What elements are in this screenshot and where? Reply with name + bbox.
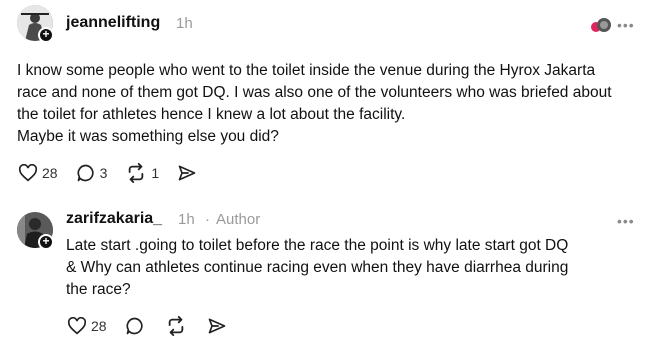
reply-text-line: the race? <box>66 281 131 298</box>
reply-timestamp: 1h <box>178 211 195 228</box>
like-count: 28 <box>42 165 58 181</box>
comment-icon <box>77 164 94 182</box>
author-label: Author <box>216 211 261 228</box>
like-count: 28 <box>91 318 107 334</box>
reply-button[interactable]: 3 <box>76 163 108 183</box>
liked-by-avatars-icon <box>591 18 611 32</box>
heart-icon <box>18 164 38 182</box>
reply-username[interactable]: zarifzakaria_ <box>66 210 162 228</box>
share-icon <box>208 318 225 334</box>
reply-body: Late start .going to toilet before the r… <box>66 235 568 301</box>
share-button[interactable] <box>177 163 197 183</box>
comment-icon <box>126 317 143 335</box>
post-timestamp: 1h <box>176 15 193 32</box>
post-text-line: I know some people who went to the toile… <box>17 62 596 79</box>
post-body: I know some people who went to the toile… <box>17 60 612 148</box>
repost-button[interactable]: 1 <box>125 163 159 183</box>
repost-icon <box>129 163 144 183</box>
post-actions: 28 3 1 <box>18 163 215 183</box>
post-text-line: the toilet for athletes hence I knew a l… <box>17 106 406 123</box>
reply-more-options[interactable]: ••• <box>617 213 635 229</box>
reply-button[interactable] <box>125 316 145 336</box>
like-button[interactable]: 28 <box>67 317 107 335</box>
follow-badge[interactable]: + <box>38 27 54 43</box>
reply-text-line: & Why can athletes continue racing even … <box>66 259 569 276</box>
repost-button[interactable] <box>165 316 187 336</box>
share-button[interactable] <box>207 316 227 336</box>
heart-icon <box>67 317 87 335</box>
follow-badge[interactable]: + <box>38 234 54 250</box>
post-text-line: Maybe it was something else you did? <box>17 128 279 145</box>
post-more-options[interactable]: ••• <box>617 17 635 33</box>
share-icon <box>178 165 196 181</box>
thread-view: + jeannelifting 1h ••• I know some peopl… <box>0 0 650 343</box>
repost-count: 1 <box>151 165 160 181</box>
repost-icon <box>168 316 183 336</box>
reply-text-line: Late start .going to toilet before the r… <box>66 237 569 254</box>
reply-count: 3 <box>99 165 108 181</box>
like-button[interactable]: 28 <box>18 164 58 182</box>
post-text-line: race and none of them got DQ. I was also… <box>17 84 612 101</box>
reply-actions: 28 <box>67 316 245 336</box>
meta-separator: · <box>205 211 210 228</box>
post-username[interactable]: jeannelifting <box>66 14 160 32</box>
